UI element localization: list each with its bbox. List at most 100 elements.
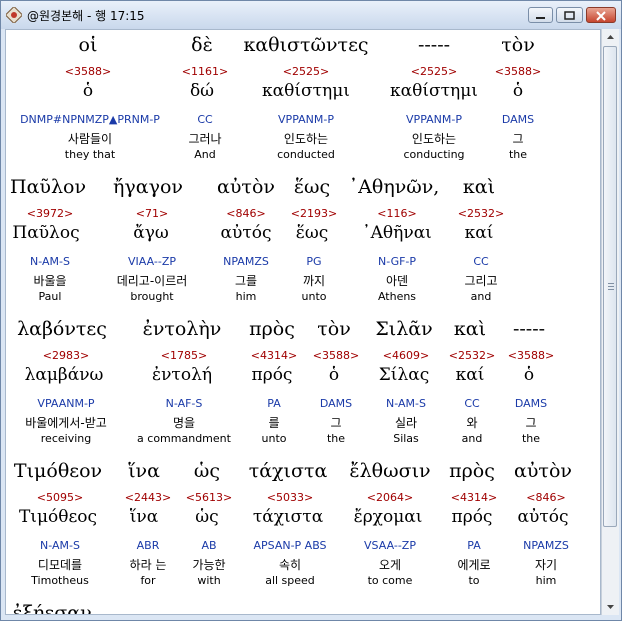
greek-word: Σιλᾶν [375, 318, 433, 340]
parsing-code: VPPANM-P [406, 113, 462, 126]
lemma: ἔρχομαι [353, 507, 423, 527]
interlinear-text-view[interactable]: οἱ <3588> ὁ DNMP#NPNMZP▲PRNM-P 사람들이 they… [5, 29, 601, 615]
greek-word: καθιστῶντες [243, 34, 369, 56]
english-gloss: And [194, 148, 216, 161]
strong-number[interactable]: <5613> [186, 491, 232, 504]
greek-word: αὐτὸν [514, 460, 572, 482]
parsing-code: PA [267, 397, 281, 410]
english-gloss: to [468, 574, 480, 587]
scroll-up-button[interactable] [602, 29, 619, 46]
korean-gloss: 명을 [172, 416, 196, 430]
korean-gloss: 아덴 [385, 274, 409, 288]
strong-number[interactable]: <3588> [495, 65, 541, 78]
korean-gloss: 가능한 [192, 558, 226, 572]
strong-number[interactable]: <4609> [383, 349, 429, 362]
strong-number[interactable]: <3588> [313, 349, 359, 362]
strong-number[interactable]: <2525> [283, 65, 329, 78]
english-gloss: a commandment [137, 432, 231, 445]
greek-word: ἐξῄεσαν [12, 602, 92, 615]
lemma: καί [464, 223, 494, 243]
greek-word: ἵνα [128, 460, 160, 482]
lemma: δώ [189, 81, 215, 101]
strong-number[interactable]: <2443> [125, 491, 171, 504]
korean-gloss: 그 [525, 416, 537, 430]
strong-number[interactable]: <1785> [161, 349, 207, 362]
strong-number[interactable]: <846> [526, 491, 565, 504]
greek-word: δὲ [191, 34, 213, 56]
greek-word: ἐντολὴν [142, 318, 222, 340]
parsing-code: CC [473, 255, 489, 268]
app-window: @원경본해 - 행 17:15 οἱ <3588> ὁ DNMP#NPNMZP▲… [0, 0, 622, 621]
maximize-icon [564, 11, 575, 20]
close-icon [596, 11, 606, 21]
parsing-code: N-GF-P [377, 255, 417, 268]
english-gloss: unto [301, 290, 327, 303]
parsing-code: DAMS [514, 397, 548, 410]
english-gloss: conducted [277, 148, 335, 161]
maximize-button[interactable] [556, 7, 583, 23]
close-button[interactable] [586, 7, 616, 23]
greek-word: Παῦλον [10, 176, 86, 198]
minimize-button[interactable] [528, 7, 553, 23]
strong-number[interactable]: <2064> [367, 491, 413, 504]
scroll-down-button[interactable] [602, 598, 619, 615]
lemma: ἐντολή [151, 365, 213, 385]
korean-gloss: 바울에게서-받고 [25, 416, 107, 430]
parsing-code: NPAMZS [223, 255, 269, 268]
strong-number[interactable]: <5033> [267, 491, 313, 504]
lemma: ᾿Αθῆναι [362, 223, 432, 243]
parsing-code: VSAA--ZP [364, 539, 416, 552]
strong-number[interactable]: <3588> [508, 349, 554, 362]
strong-number[interactable]: <4314> [251, 349, 297, 362]
lemma: Παῦλος [12, 223, 80, 243]
strong-number[interactable]: <71> [136, 207, 168, 220]
parsing-code: VPPANM-P [278, 113, 334, 126]
strong-number[interactable]: <2532> [449, 349, 495, 362]
strong-number[interactable]: <1161> [182, 65, 228, 78]
strong-number[interactable]: <5095> [37, 491, 83, 504]
grip-icon [608, 283, 614, 290]
greek-word: ὡς [193, 460, 221, 482]
greek-word: οἱ [78, 34, 98, 56]
strong-number[interactable]: <2193> [291, 207, 337, 220]
strong-number[interactable]: <846> [226, 207, 265, 220]
parsing-code: PA [467, 539, 481, 552]
english-gloss: the [508, 148, 528, 161]
lemma: καθίστημι [390, 81, 478, 101]
greek-word: ----- [512, 318, 546, 340]
lemma: αὐτός [220, 223, 272, 243]
strong-number[interactable]: <3972> [27, 207, 73, 220]
korean-gloss: 바울을 [33, 274, 67, 288]
strong-number[interactable]: <4314> [451, 491, 497, 504]
korean-gloss: 그러나 [188, 132, 222, 146]
korean-gloss: 그리고 [464, 274, 498, 288]
strong-number[interactable]: <2983> [43, 349, 89, 362]
korean-gloss: 오게 [378, 558, 402, 572]
scroll-thumb[interactable] [603, 46, 617, 527]
app-icon [6, 7, 22, 23]
parsing-code: APSAN-P ABS [253, 539, 327, 552]
title-bar[interactable]: @원경본해 - 행 17:15 [1, 1, 621, 29]
lemma: ὁ [523, 365, 535, 385]
lemma: καθίστημι [262, 81, 350, 101]
korean-gloss: 까지 [302, 274, 326, 288]
parsing-code: DNMP#NPNMZP▲PRNM-P [20, 113, 160, 126]
parsing-code: NPAMZS [523, 539, 569, 552]
strong-number[interactable]: <2525> [411, 65, 457, 78]
korean-gloss: 와 [466, 416, 478, 430]
vertical-scrollbar[interactable] [601, 29, 619, 615]
lemma: ἕως [295, 223, 329, 243]
parsing-code: N-AM-S [30, 255, 70, 268]
lemma: λαμβάνω [24, 365, 104, 385]
english-gloss: Athens [377, 290, 417, 303]
lemma: ὁ [82, 81, 94, 101]
parsing-code: N-AM-S [40, 539, 80, 552]
english-gloss: the [521, 432, 541, 445]
korean-gloss: 인도하는 [411, 132, 457, 146]
strong-number[interactable]: <3588> [65, 65, 111, 78]
strong-number[interactable]: <2532> [458, 207, 504, 220]
greek-word: αὐτὸν [217, 176, 275, 198]
greek-word: ἔλθωσιν [349, 460, 431, 482]
strong-number[interactable]: <116> [377, 207, 416, 220]
greek-word: καὶ [462, 176, 496, 198]
